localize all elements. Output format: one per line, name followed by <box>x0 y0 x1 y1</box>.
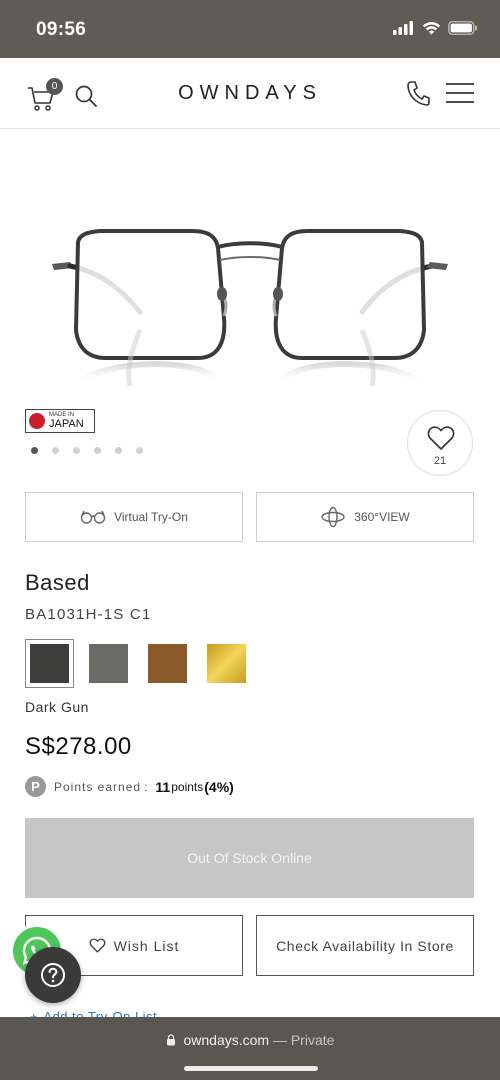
points-value: 11 <box>155 778 171 795</box>
product-code: BA1031H-1S C1 <box>25 606 152 623</box>
glasses-icon <box>80 510 106 524</box>
points-label: Points earned <box>54 779 142 794</box>
gallery-dot[interactable] <box>136 447 143 454</box>
help-button[interactable] <box>25 947 81 1003</box>
gallery-dot[interactable] <box>52 447 59 454</box>
gallery-dot[interactable] <box>115 447 122 454</box>
gallery-dot[interactable] <box>31 447 38 454</box>
rotate-360-icon <box>321 506 345 528</box>
product-name: Based <box>25 570 90 595</box>
url-domain: owndays.com <box>183 1032 270 1048</box>
points-unit: points <box>171 779 204 794</box>
japan-label: JAPAN <box>49 418 84 430</box>
browser-bottom-bar: owndays.com — Private <box>0 1017 500 1080</box>
virtual-try-on-label: Virtual Try-On <box>114 510 188 524</box>
heart-icon <box>427 426 455 450</box>
favorite-button[interactable]: 21 <box>407 410 473 476</box>
check-availability-button[interactable]: Check Availability In Store <box>256 915 474 976</box>
private-mode-label: — Private <box>272 1032 335 1048</box>
wish-list-label: Wish List <box>113 937 180 954</box>
points-separator: : <box>144 779 148 794</box>
status-time: 09:56 <box>36 19 87 40</box>
product-price: S$278.00 <box>25 733 132 760</box>
url-bar[interactable]: owndays.com — Private <box>0 1032 500 1048</box>
status-icons <box>393 21 478 35</box>
battery-icon <box>448 21 477 35</box>
glasses-image <box>52 229 448 387</box>
home-indicator <box>184 1066 318 1071</box>
points-icon: P <box>25 776 46 797</box>
phone-button[interactable] <box>406 80 430 111</box>
color-swatch[interactable] <box>207 644 246 683</box>
view-360-button[interactable]: 360°VIEW <box>256 492 474 542</box>
help-icon <box>41 963 65 987</box>
made-in-japan-badge: MADE IN JAPAN <box>25 409 95 433</box>
status-bar: 09:56 <box>0 0 500 58</box>
virtual-try-on-button[interactable]: Virtual Try-On <box>25 492 243 542</box>
signal-icon <box>393 21 413 35</box>
color-swatch[interactable] <box>148 644 187 683</box>
view-360-label: 360°VIEW <box>354 510 410 524</box>
color-swatch[interactable] <box>30 644 69 683</box>
lock-icon <box>166 1034 175 1046</box>
site-header: 0 OWNDAYS <box>0 58 500 129</box>
gallery-dots <box>31 447 143 454</box>
gallery-dot[interactable] <box>94 447 101 454</box>
points-percent: (4%) <box>204 778 234 795</box>
heart-icon <box>89 938 106 953</box>
menu-button[interactable] <box>445 82 475 109</box>
menu-icon <box>446 83 474 103</box>
phone-icon <box>407 81 430 106</box>
points-earned: P Points earned : 11 points (4%) <box>25 776 234 797</box>
japan-flag-icon <box>29 413 45 429</box>
color-swatch[interactable] <box>89 644 128 683</box>
selected-color-name: Dark Gun <box>25 699 89 715</box>
wifi-icon <box>422 22 441 35</box>
product-image[interactable] <box>40 200 460 400</box>
gallery-dot[interactable] <box>73 447 80 454</box>
out-of-stock-button[interactable]: Out Of Stock Online <box>25 818 474 898</box>
favorite-count: 21 <box>433 455 447 467</box>
